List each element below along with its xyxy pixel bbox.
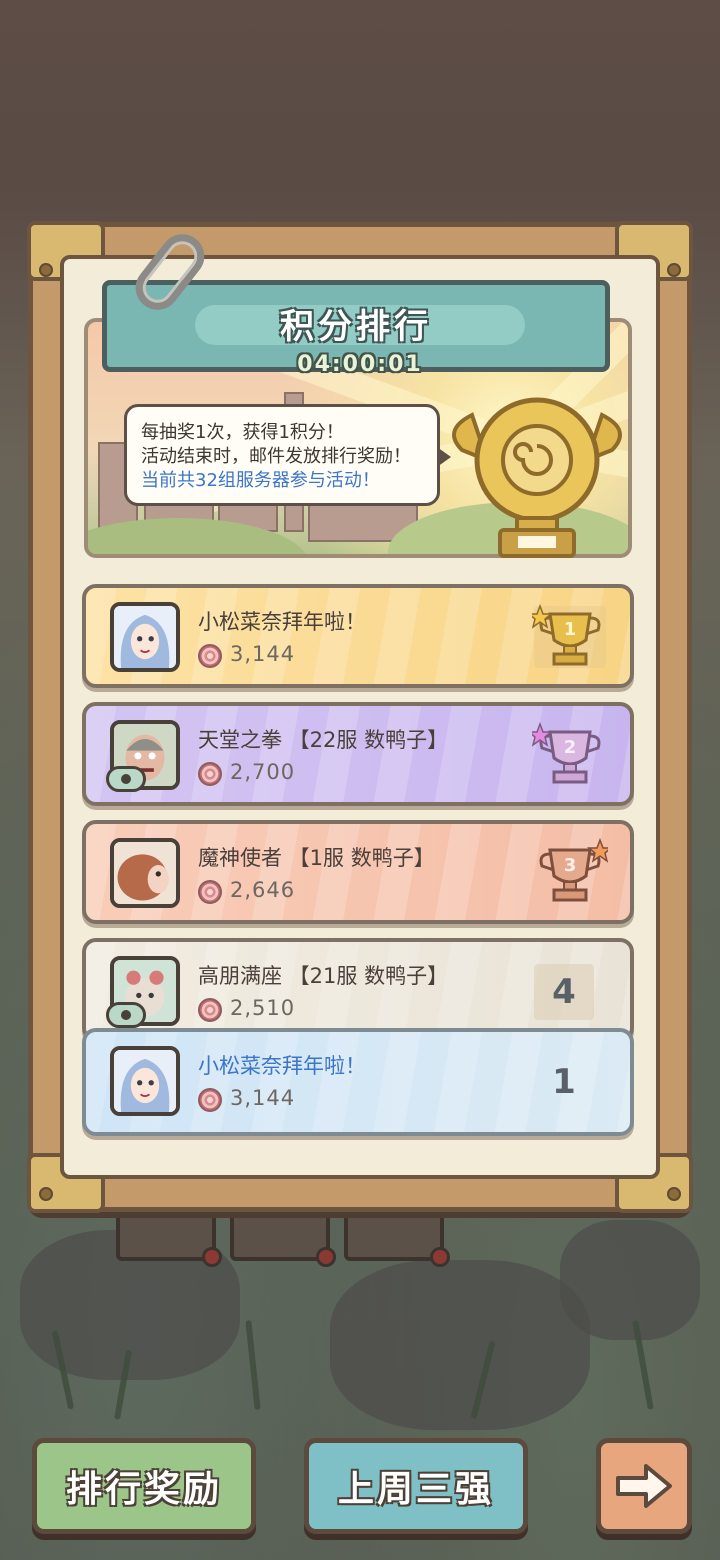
countdown-timer: 04:00:01 bbox=[297, 352, 423, 377]
player-name: 天堂之拳 【22服 数鸭子】 bbox=[198, 728, 449, 752]
ranking-row-4[interactable]: 高朋满座 【21服 数鸭子】 2,510 4 bbox=[82, 938, 634, 1042]
spiral-coin-icon bbox=[198, 762, 222, 786]
avatar bbox=[110, 838, 180, 908]
my-player-name: 小松菜奈拜年啦！ bbox=[198, 1054, 366, 1078]
ranking-rewards-button[interactable]: 排行奖励 bbox=[32, 1438, 256, 1534]
player-score: 2,700 bbox=[230, 760, 296, 784]
player-name: 小松菜奈拜年啦！ bbox=[198, 610, 366, 634]
avatar bbox=[110, 1046, 180, 1116]
ranking-row-3[interactable]: 魔神使者 【1服 数鸭子】 2,646 3 bbox=[82, 820, 634, 924]
page-title: 积分排行 bbox=[280, 307, 432, 347]
avatar bbox=[110, 602, 180, 672]
eye-icon[interactable] bbox=[106, 766, 146, 792]
bronze-trophy-icon: 3 bbox=[539, 838, 608, 902]
spiral-coin-icon bbox=[198, 1088, 222, 1112]
my-ranking-row[interactable]: 小松菜奈拜年啦！ 3,144 1 bbox=[82, 1028, 634, 1136]
info-speech-bubble: 每抽奖1次，获得1积分！ 活动结束时，邮件发放排行奖励！ 当前共32组服务器参与… bbox=[124, 404, 451, 506]
spiral-coin-icon bbox=[198, 880, 222, 904]
spiral-coin-icon bbox=[198, 998, 222, 1022]
next-button[interactable] bbox=[596, 1438, 692, 1534]
player-score: 2,510 bbox=[230, 996, 296, 1020]
rank-number: 2 bbox=[564, 737, 577, 758]
rank-number: 1 bbox=[564, 619, 577, 640]
eye-icon[interactable] bbox=[106, 1002, 146, 1028]
rank-number: 4 bbox=[534, 964, 594, 1020]
my-rank-number: 1 bbox=[552, 1062, 576, 1102]
last-week-top3-button[interactable]: 上周三强 bbox=[304, 1438, 528, 1534]
my-player-score: 3,144 bbox=[230, 1086, 296, 1110]
ranking-row-2[interactable]: 天堂之拳 【22服 数鸭子】 2,700 2 bbox=[82, 702, 634, 806]
arrow-right-icon bbox=[616, 1464, 672, 1508]
silver-trophy-icon: 2 bbox=[532, 721, 601, 784]
golden-trophy-icon bbox=[452, 397, 622, 558]
player-score: 3,144 bbox=[230, 642, 296, 666]
ranking-row-1[interactable]: 小松菜奈拜年啦！ 3,144 1 bbox=[82, 584, 634, 688]
ranking-rewards-label: 排行奖励 bbox=[65, 1469, 222, 1510]
player-name: 魔神使者 【1服 数鸭子】 bbox=[198, 846, 435, 870]
player-score: 2,646 bbox=[230, 878, 296, 902]
info-line: 每抽奖1次，获得1积分！ bbox=[141, 422, 344, 443]
rank-number: 3 bbox=[564, 855, 577, 876]
player-name: 高朋满座 【21服 数鸭子】 bbox=[198, 964, 449, 988]
server-count-line: 当前共32组服务器参与活动！ bbox=[141, 470, 380, 491]
gold-trophy-icon: 1 bbox=[532, 603, 606, 668]
info-line: 活动结束时，邮件发放排行奖励！ bbox=[141, 446, 411, 467]
spiral-coin-icon bbox=[198, 644, 222, 668]
last-week-top3-label: 上周三强 bbox=[337, 1469, 494, 1510]
